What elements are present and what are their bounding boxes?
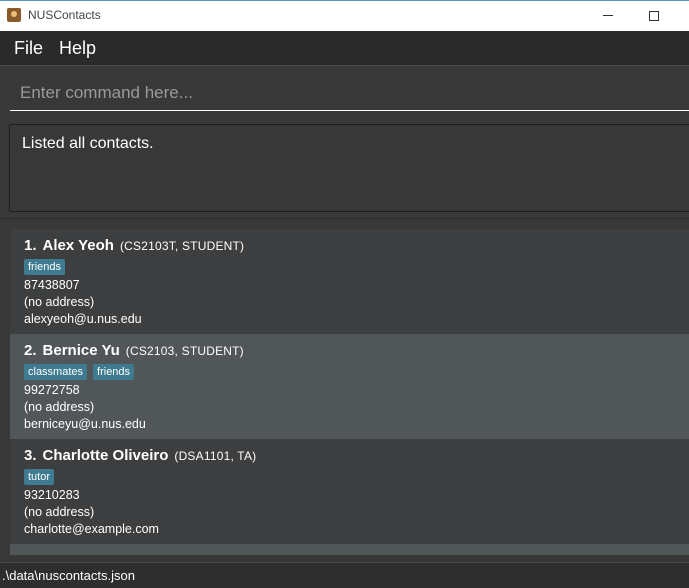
contact-index: 2. — [24, 342, 37, 359]
menu-bar: File Help — [0, 31, 689, 65]
contact-email: charlotte@example.com — [24, 522, 159, 536]
save-location: .\data\nuscontacts.json — [2, 568, 135, 583]
minimize-icon — [603, 15, 613, 16]
result-text: Listed all contacts. — [9, 124, 689, 212]
contact-address: (no address) — [24, 400, 95, 414]
maximize-button[interactable] — [631, 0, 677, 31]
contact-header: 1. Alex Yeoh (CS2103T, STUDENT) — [24, 237, 675, 254]
contact-list[interactable]: 1. Alex Yeoh (CS2103T, STUDENT) friends … — [10, 229, 689, 555]
contact-card[interactable]: 1. Alex Yeoh (CS2103T, STUDENT) friends … — [10, 229, 689, 334]
maximize-icon — [649, 10, 659, 21]
status-bar: .\data\nuscontacts.json — [0, 562, 689, 588]
contact-header: 2. Bernice Yu (CS2103, STUDENT) — [24, 342, 675, 359]
contact-name: Alex Yeoh — [42, 237, 114, 254]
window-title: NUSContacts — [28, 8, 101, 22]
contact-address: (no address) — [24, 505, 95, 519]
contact-roles: (CS2103, STUDENT) — [125, 344, 244, 358]
contact-phone: 93210283 — [24, 488, 80, 502]
result-display: Listed all contacts. — [0, 118, 689, 218]
contact-address: (no address) — [24, 295, 95, 309]
contact-roles: (CS2103T, STUDENT) — [119, 239, 245, 253]
contact-list-panel: 1. Alex Yeoh (CS2103T, STUDENT) friends … — [0, 218, 689, 562]
contact-email: alexyeoh@u.nus.edu — [24, 312, 142, 326]
menu-file[interactable]: File — [8, 38, 49, 59]
contact-card[interactable]: 3. Charlotte Oliveiro (DSA1101, TA) tuto… — [10, 439, 689, 544]
contact-name: Charlotte Oliveiro — [42, 447, 169, 464]
tag: classmates — [24, 364, 88, 380]
contact-index: 3. — [24, 447, 37, 464]
contact-email: berniceyu@u.nus.edu — [24, 417, 146, 431]
tag: friends — [93, 364, 135, 380]
app-icon — [7, 8, 21, 22]
contact-header: 3. Charlotte Oliveiro (DSA1101, TA) — [24, 447, 675, 464]
contact-card[interactable]: 2. Bernice Yu (CS2103, STUDENT) classmat… — [10, 334, 689, 439]
contact-roles: (DSA1101, TA) — [174, 449, 257, 463]
command-input[interactable] — [10, 76, 689, 111]
tag: friends — [24, 259, 66, 275]
menu-help[interactable]: Help — [53, 38, 102, 59]
minimize-button[interactable] — [585, 0, 631, 31]
command-box — [0, 65, 689, 118]
tag-list: classmates friends — [24, 364, 675, 380]
tag-list: friends — [24, 259, 675, 275]
contact-index: 1. — [24, 237, 37, 254]
next-card-peek — [10, 544, 689, 555]
title-bar: NUSContacts — [0, 0, 689, 31]
tag-list: tutor — [24, 469, 675, 485]
contact-phone: 99272758 — [24, 383, 80, 397]
contact-name: Bernice Yu — [42, 342, 120, 359]
tag: tutor — [24, 469, 55, 485]
contact-phone: 87438807 — [24, 278, 80, 292]
